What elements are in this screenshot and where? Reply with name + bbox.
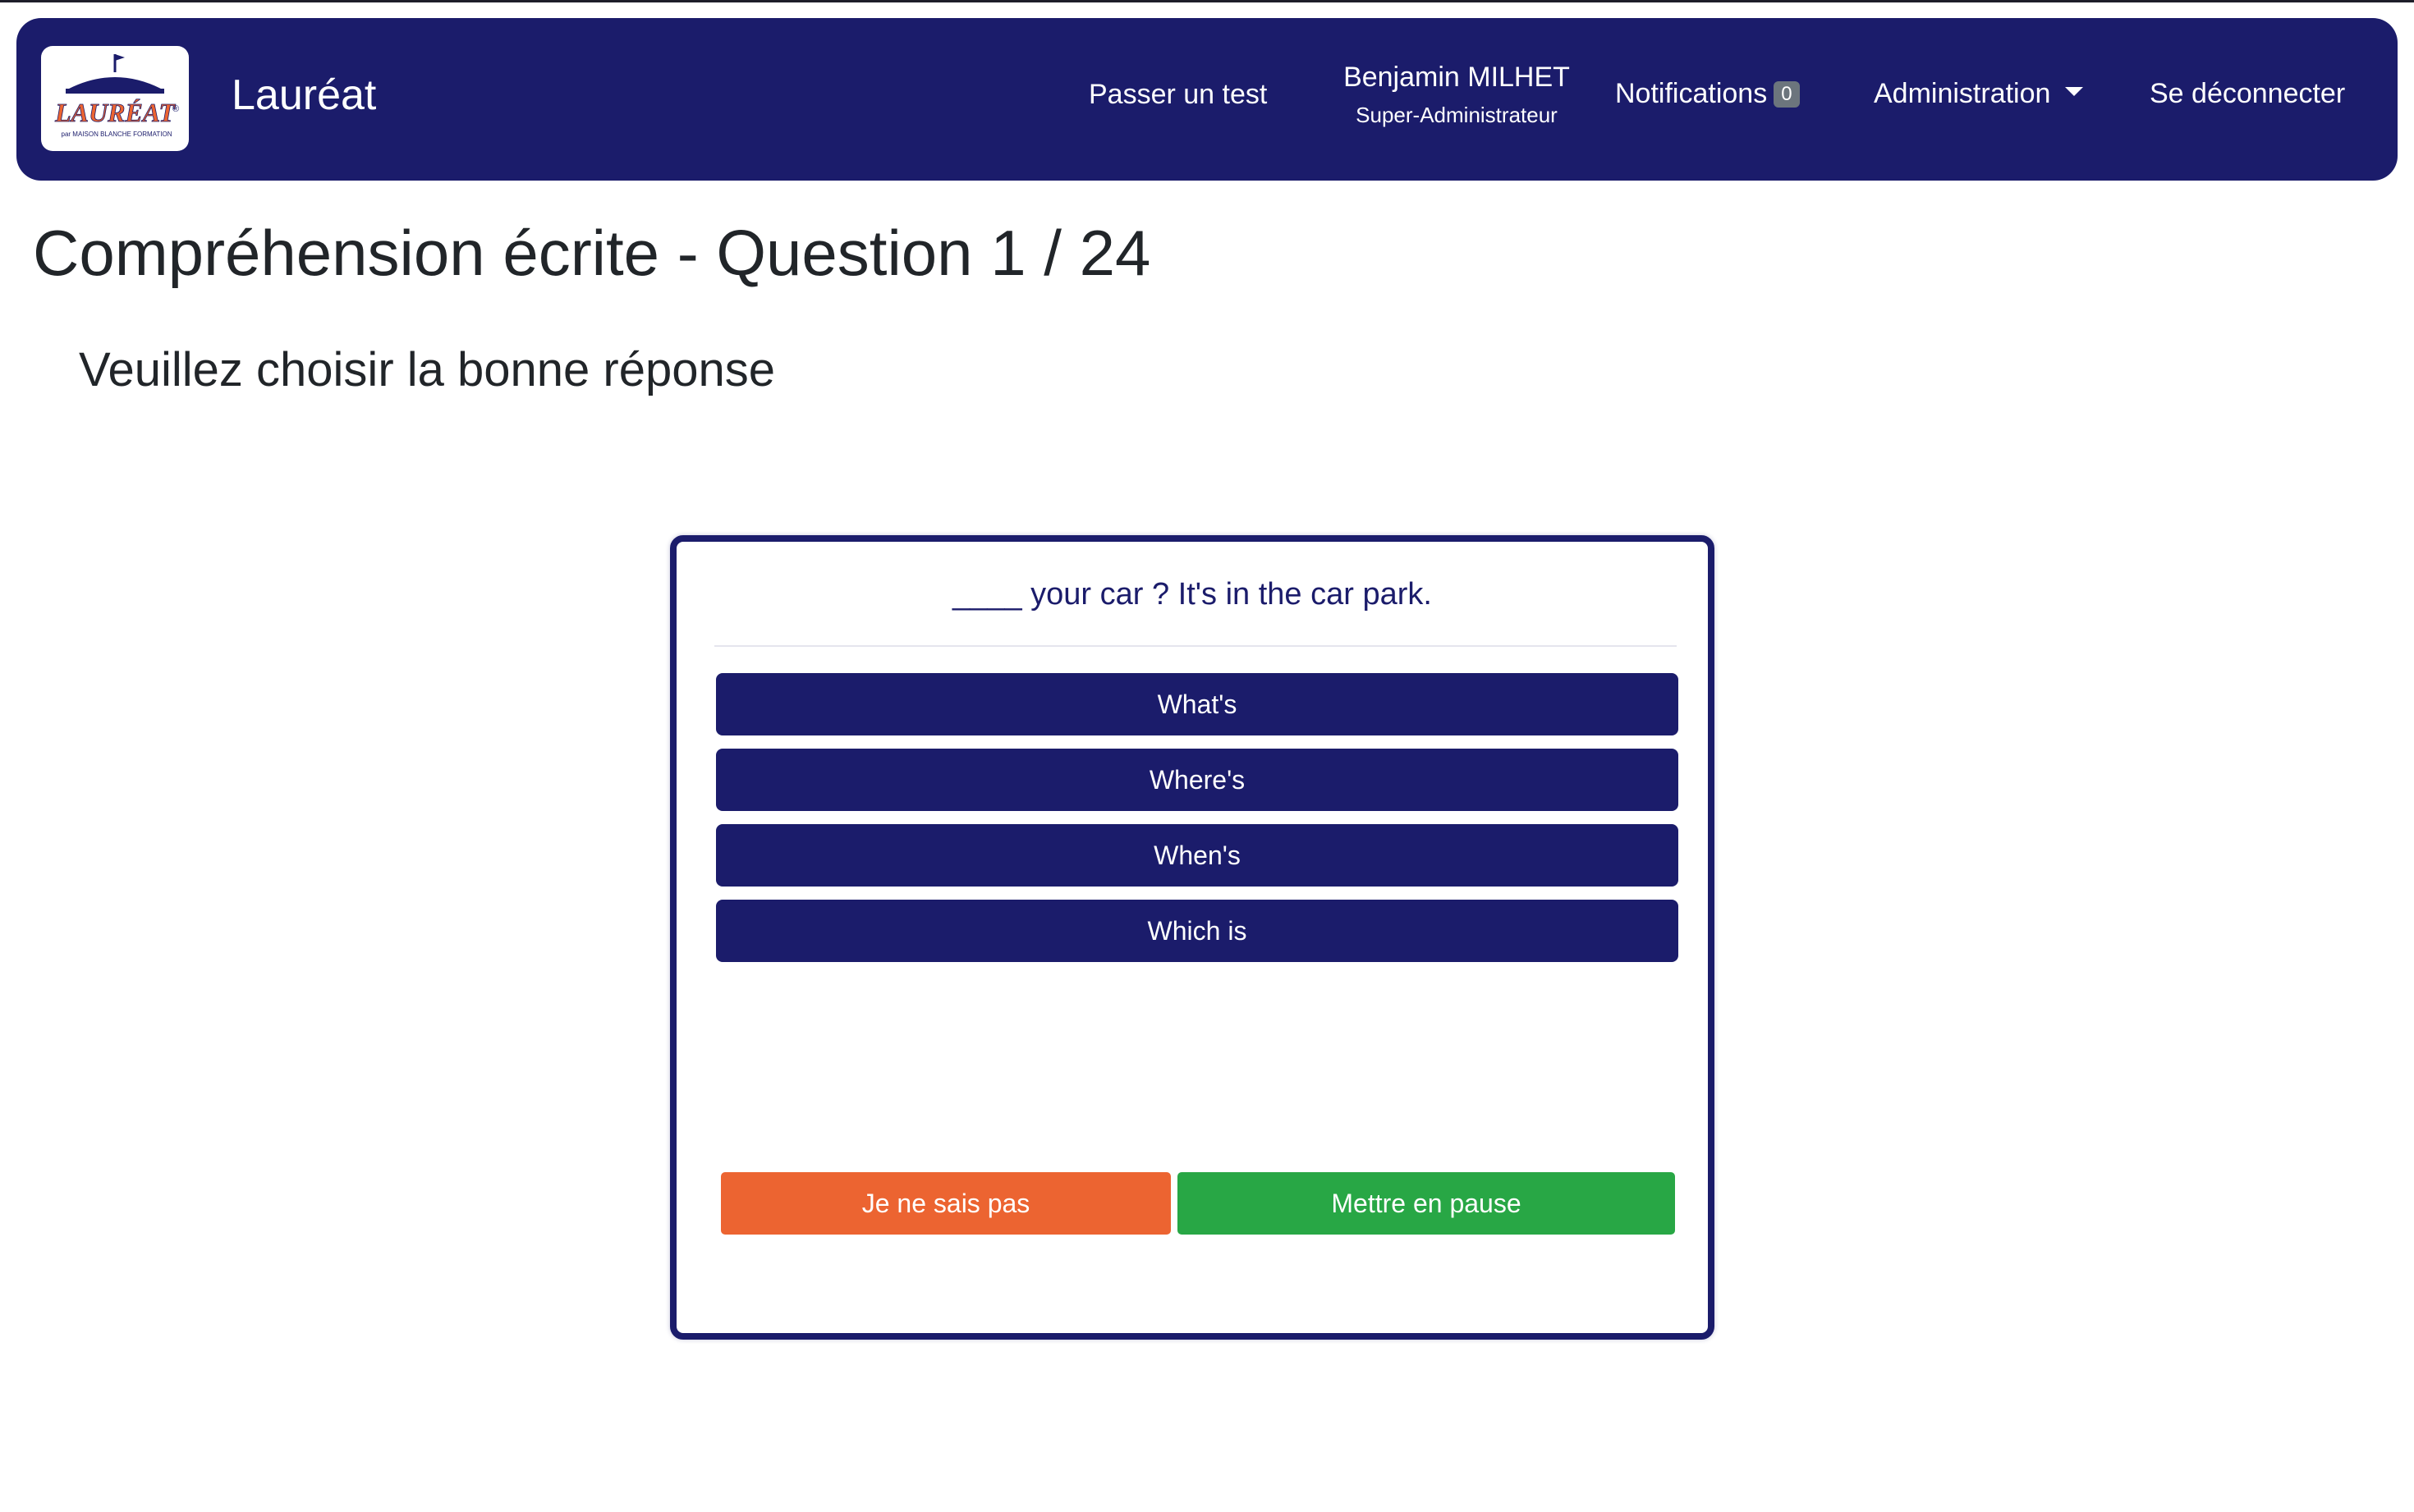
user-role: Super-Administrateur — [1356, 102, 1558, 127]
notifications-label: Notifications — [1615, 78, 1768, 109]
laureat-logo-icon: LAURÉAT ® par MAISON BLANCHE FORMATION — [54, 54, 179, 138]
svg-text:®: ® — [172, 104, 179, 114]
answer-option-1[interactable]: What's — [716, 673, 1678, 735]
nav-user-menu[interactable]: Benjamin MILHET Super-Administrateur — [1325, 61, 1588, 128]
question-card: ____ your car ? It's in the car park. Wh… — [670, 535, 1714, 1340]
top-rule — [0, 0, 2414, 2]
svg-text:LAURÉAT: LAURÉAT — [54, 98, 176, 127]
nav-notifications[interactable]: Notifications 0 — [1615, 77, 1800, 111]
nav-take-test[interactable]: Passer un test — [1089, 78, 1267, 112]
nav-logout[interactable]: Se déconnecter — [2150, 77, 2345, 111]
page-title: Compréhension écrite - Question 1 / 24 — [33, 217, 1151, 289]
answer-option-4[interactable]: Which is — [716, 900, 1678, 962]
pause-button[interactable]: Mettre en pause — [1177, 1172, 1675, 1235]
chevron-down-icon — [2065, 87, 2084, 96]
navbar: LAURÉAT ® par MAISON BLANCHE FORMATION L… — [16, 18, 2398, 181]
svg-text:par MAISON BLANCHE FORMATION: par MAISON BLANCHE FORMATION — [62, 131, 172, 138]
app-logo[interactable]: LAURÉAT ® par MAISON BLANCHE FORMATION — [41, 46, 189, 151]
user-name: Benjamin MILHET — [1343, 62, 1570, 93]
nav-administration-dropdown[interactable]: Administration — [1874, 77, 2084, 111]
answer-option-3[interactable]: When's — [716, 824, 1678, 887]
brand-name[interactable]: Lauréat — [232, 66, 376, 126]
question-instruction: Veuillez choisir la bonne réponse — [79, 343, 775, 396]
notifications-count-badge: 0 — [1774, 81, 1800, 108]
question-text: ____ your car ? It's in the car park. — [952, 577, 1432, 612]
divider — [714, 645, 1677, 647]
dont-know-button[interactable]: Je ne sais pas — [721, 1172, 1171, 1235]
answer-option-2[interactable]: Where's — [716, 749, 1678, 811]
administration-label: Administration — [1874, 78, 2051, 109]
